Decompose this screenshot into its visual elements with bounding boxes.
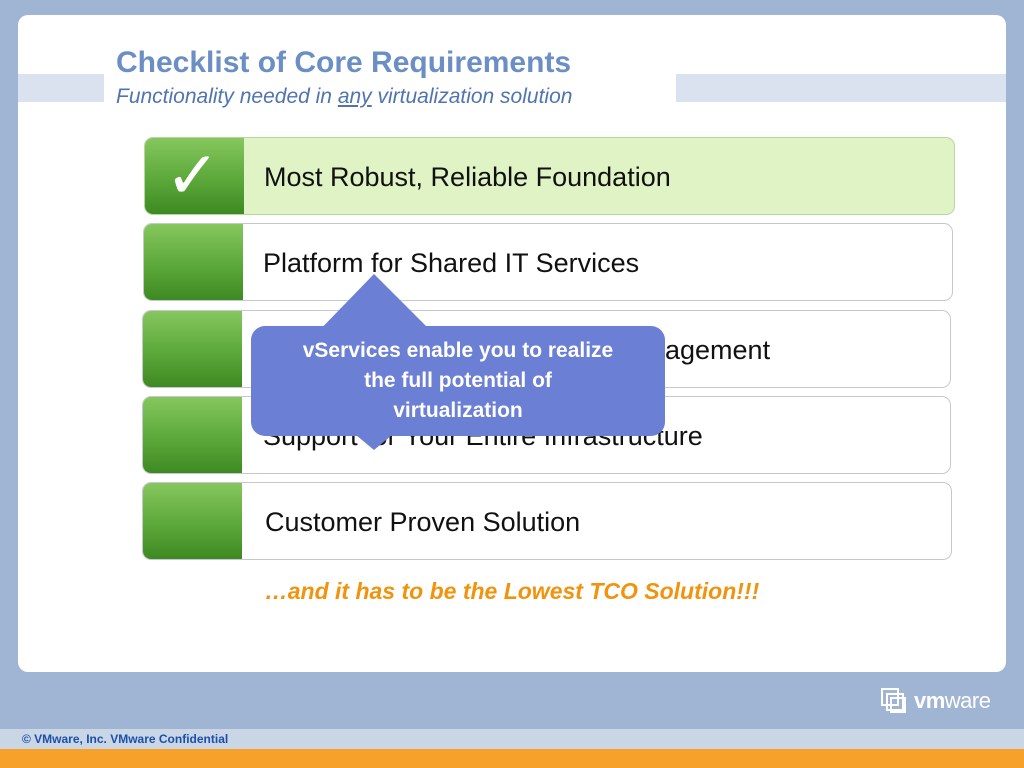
footer-bar: © VMware, Inc. VMware Confidential [0,729,1024,749]
logo-text-bold: vm [914,688,945,713]
footer-orange-strip [0,749,1024,768]
logo-text-regular: ware [944,688,991,713]
vmware-logo: vmware [880,686,991,716]
footer-copyright: © VMware, Inc. VMware Confidential [22,732,229,746]
callout-bubble: vServices enable you to realize the full… [251,326,665,436]
logo-wordmark: vmware [914,688,991,714]
tagline: …and it has to be the Lowest TCO Solutio… [264,578,760,604]
callout-text: vServices enable you to realize the full… [302,339,614,422]
vmware-logo-icon [881,688,906,713]
